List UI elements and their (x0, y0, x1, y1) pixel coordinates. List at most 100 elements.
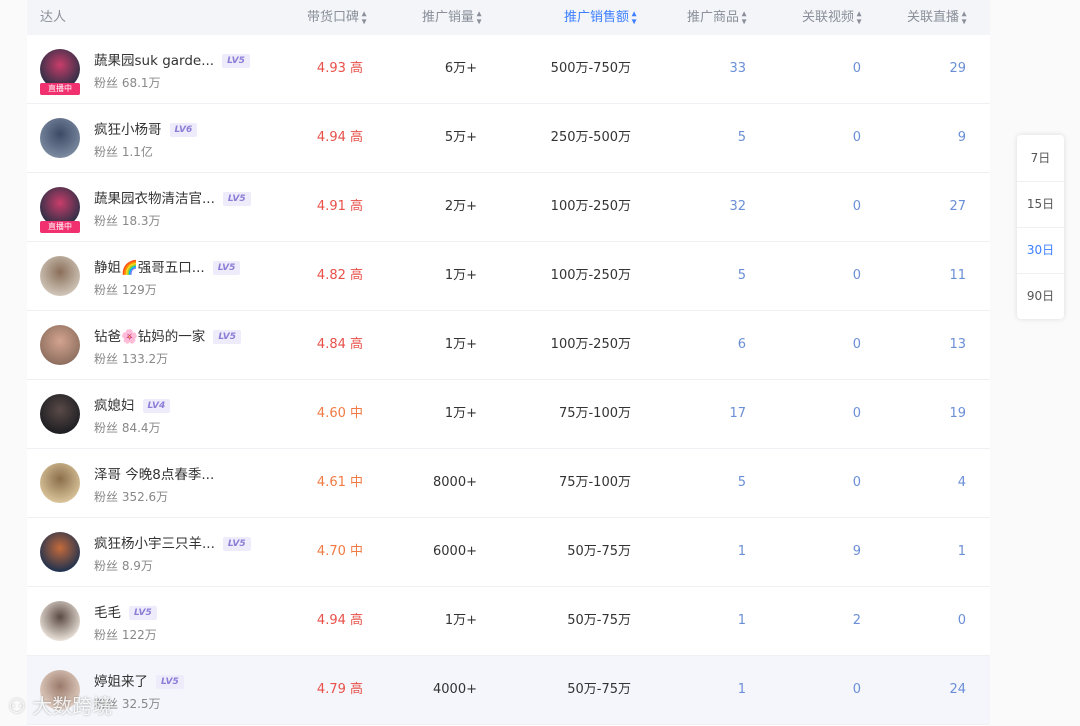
influencer-name[interactable]: 钻爸🌸钻妈的一家 (94, 327, 205, 347)
influencer-name[interactable]: 静姐🌈强哥五口... (94, 258, 205, 278)
table-row[interactable]: 疯狂小杨哥 LV6 粉丝 1.1亿 4.94 高 5万+ 250万-500万 5 0 9 (27, 104, 990, 173)
videos-count[interactable]: 0 (782, 104, 861, 172)
sales-revenue: 100万-250万 (550, 199, 631, 214)
reputation-score: 4.79 高 (316, 682, 363, 697)
sales-revenue: 250万-500万 (550, 130, 631, 145)
influencer-name[interactable]: 蔬果园衣物清洁官... (94, 189, 215, 209)
influencer-name[interactable]: 泽哥 今晚8点春季... (94, 465, 214, 485)
table-row[interactable]: 疯狂杨小宇三只羊... LV5 粉丝 8.9万 4.70 中 6000+ 50万-75万 1… (27, 518, 990, 587)
level-badge: LV5 (129, 606, 157, 620)
col-header-reputation[interactable]: 带货口碑 ▲ ▼ (287, 0, 367, 35)
products-count[interactable]: 5 (667, 104, 746, 172)
products-count[interactable]: 32 (667, 173, 746, 241)
sales-revenue: 75万-100万 (558, 406, 631, 421)
influencer-name[interactable]: 婷姐来了 (94, 672, 148, 692)
fans-count: 粉丝 1.1亿 (94, 145, 153, 159)
products-count[interactable]: 1 (667, 518, 746, 586)
fans-count: 粉丝 18.3万 (94, 214, 161, 228)
table-row[interactable]: 直播中 蔬果园衣物清洁官... LV5 粉丝 18.3万 4.91 高 2万+ 100万-2… (27, 173, 990, 242)
sort-icon[interactable]: ▲ ▼ (361, 10, 367, 26)
reputation-score: 4.94 高 (316, 130, 363, 145)
table-row[interactable]: 静姐🌈强哥五口... LV5 粉丝 129万 4.82 高 1万+ 100万-250万 5 0… (27, 242, 990, 311)
videos-count[interactable]: 0 (782, 380, 861, 448)
avatar[interactable] (40, 601, 80, 641)
lives-count[interactable]: 11 (887, 242, 966, 310)
sales-volume: 1万+ (444, 268, 477, 283)
sort-icon[interactable]: ▲ ▼ (856, 10, 862, 26)
col-header-sales[interactable]: 推广销量 ▲ ▼ (397, 0, 482, 35)
influencer-name[interactable]: 蔬果园suk garde... (94, 51, 214, 71)
products-count[interactable]: 17 (667, 380, 746, 448)
lives-count[interactable]: 1 (887, 518, 966, 586)
influencer-name[interactable]: 疯媳妇 (94, 396, 135, 416)
videos-count[interactable]: 9 (782, 518, 861, 586)
watermark-text: 大数跨境 (32, 694, 113, 718)
products-count[interactable]: 5 (667, 242, 746, 310)
lives-count[interactable]: 4 (887, 449, 966, 517)
avatar[interactable] (40, 394, 80, 434)
sales-volume: 5万+ (444, 130, 477, 145)
influencer-name[interactable]: 疯狂杨小宇三只羊... (94, 534, 215, 554)
avatar[interactable] (40, 532, 80, 572)
table-row[interactable]: 毛毛 LV5 粉丝 122万 4.94 高 1万+ 50万-75万 1 2 0 (27, 587, 990, 656)
fans-count: 粉丝 122万 (94, 628, 157, 642)
products-count[interactable]: 6 (667, 311, 746, 379)
fans-count: 粉丝 84.4万 (94, 421, 161, 435)
period-tab[interactable]: 7日 (1017, 135, 1064, 182)
sort-icon[interactable]: ▲ ▼ (476, 10, 482, 26)
lives-count[interactable]: 29 (887, 35, 966, 103)
avatar[interactable] (40, 463, 80, 503)
period-tab[interactable]: 15日 (1017, 181, 1064, 228)
table-row[interactable]: 泽哥 今晚8点春季... 粉丝 352.6万 4.61 中 8000+ 75万-100万… (27, 449, 990, 518)
live-status-badge: 直播中 (40, 221, 80, 233)
col-header-lives[interactable]: 关联直播 ▲ ▼ (887, 0, 967, 35)
lives-count[interactable]: 24 (887, 656, 966, 724)
lives-count[interactable]: 27 (887, 173, 966, 241)
table-row[interactable]: 钻爸🌸钻妈的一家 LV5 粉丝 133.2万 4.84 高 1万+ 100万-250万 6 0… (27, 311, 990, 380)
period-tab[interactable]: 30日 (1017, 227, 1064, 274)
level-badge: LV4 (142, 399, 171, 413)
videos-count[interactable]: 0 (782, 173, 861, 241)
sales-volume: 1万+ (444, 337, 477, 352)
sales-volume: 6万+ (444, 61, 477, 76)
lives-count[interactable]: 9 (887, 104, 966, 172)
products-count[interactable]: 33 (667, 35, 746, 103)
table-header: 达人 带货口碑 ▲ ▼ 推广销量 ▲ ▼ 推广销售额 ▲ ▼ 推广商品 ▲ ▼ 关联视频 ▲ ▼ 关… (27, 0, 990, 35)
reputation-score: 4.60 中 (316, 406, 363, 421)
videos-count[interactable]: 0 (782, 242, 861, 310)
period-tab[interactable]: 90日 (1017, 273, 1064, 319)
sales-volume: 1万+ (444, 613, 477, 628)
table-row[interactable]: 疯媳妇 LV4 粉丝 84.4万 4.60 中 1万+ 75万-100万 17 0 19 (27, 380, 990, 449)
level-badge: LV6 (169, 123, 198, 137)
influencer-name[interactable]: 疯狂小杨哥 (94, 120, 162, 140)
table-row[interactable]: 直播中 蔬果园suk garde... LV5 粉丝 68.1万 4.93 高 6万+ 50… (27, 35, 990, 104)
level-badge: LV5 (222, 54, 250, 68)
level-badge: LV5 (222, 192, 251, 206)
videos-count[interactable]: 0 (782, 449, 861, 517)
influencer-name[interactable]: 毛毛 (94, 603, 121, 623)
videos-count[interactable]: 2 (782, 587, 861, 655)
table-row[interactable]: 婷姐来了 LV5 粉丝 32.5万 4.79 高 4000+ 50万-75万 1 0 24 (27, 656, 990, 725)
lives-count[interactable]: 0 (887, 587, 966, 655)
lives-count[interactable]: 13 (887, 311, 966, 379)
sort-icon[interactable]: ▲ ▼ (631, 10, 637, 26)
col-header-products[interactable]: 推广商品 ▲ ▼ (667, 0, 747, 35)
avatar[interactable] (40, 256, 80, 296)
products-count[interactable]: 1 (667, 656, 746, 724)
avatar[interactable] (40, 325, 80, 365)
sort-icon[interactable]: ▲ ▼ (741, 10, 747, 26)
level-badge: LV5 (222, 537, 251, 551)
videos-count[interactable]: 0 (782, 311, 861, 379)
avatar[interactable] (40, 118, 80, 158)
videos-count[interactable]: 0 (782, 35, 861, 103)
sales-volume: 6000+ (433, 544, 477, 559)
col-header-videos[interactable]: 关联视频 ▲ ▼ (782, 0, 862, 35)
products-count[interactable]: 5 (667, 449, 746, 517)
sales-volume: 4000+ (433, 682, 477, 697)
fans-count: 粉丝 8.9万 (94, 559, 153, 573)
lives-count[interactable]: 19 (887, 380, 966, 448)
products-count[interactable]: 1 (667, 587, 746, 655)
videos-count[interactable]: 0 (782, 656, 861, 724)
sort-icon[interactable]: ▲ ▼ (961, 10, 967, 26)
col-header-revenue[interactable]: 推广销售额 ▲ ▼ (537, 0, 637, 35)
